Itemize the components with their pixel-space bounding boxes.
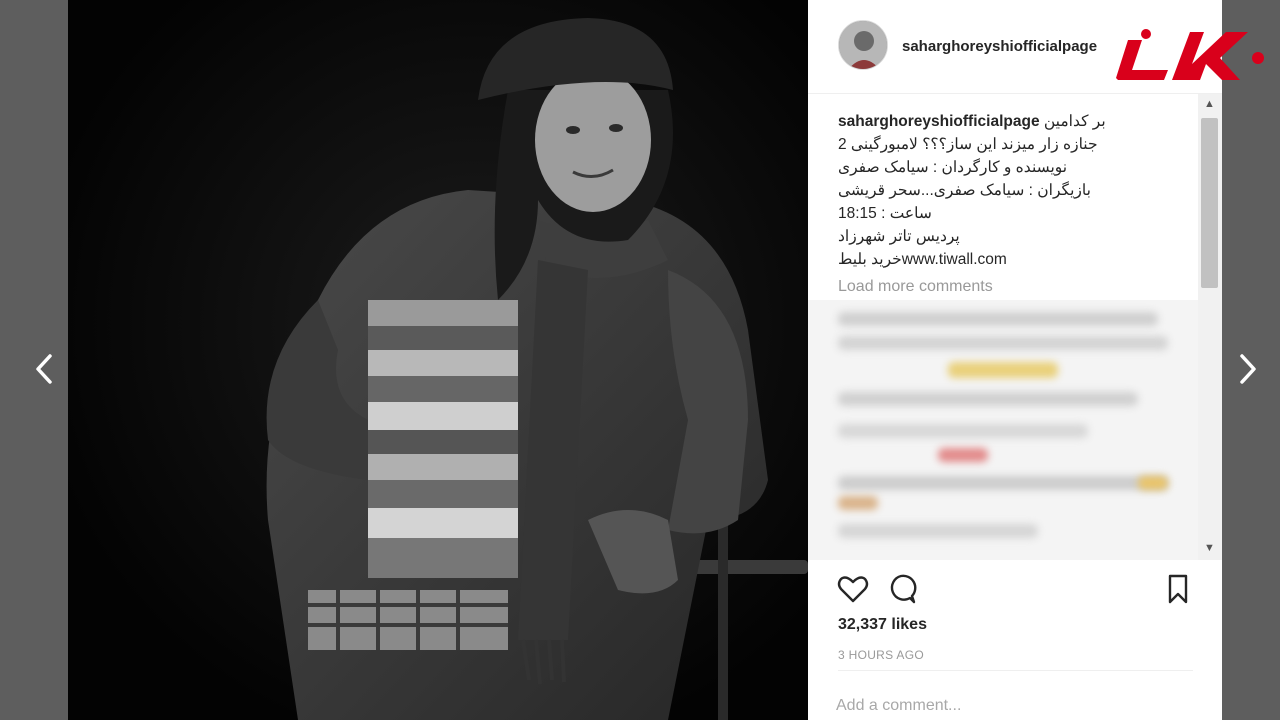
- post-modal-overlay: saharghoreyshiofficialpage saharghoreysh…: [0, 0, 1280, 720]
- load-more-comments-link[interactable]: Load more comments: [838, 278, 993, 296]
- divider: [838, 670, 1193, 671]
- add-comment-input[interactable]: [836, 692, 1136, 720]
- chevron-left-icon: [36, 354, 52, 384]
- post-username-link[interactable]: saharghoreyshiofficialpage: [902, 38, 1097, 55]
- previous-post-button[interactable]: [24, 345, 64, 393]
- comments-section: saharghoreyshiofficialpage بر کدامین جنا…: [808, 94, 1222, 560]
- caption-username-link[interactable]: saharghoreyshiofficialpage: [838, 113, 1040, 130]
- post-caption: saharghoreyshiofficialpage بر کدامین جنا…: [838, 110, 1138, 271]
- caption-line: بر کدامین: [1043, 113, 1106, 130]
- likes-count[interactable]: 32,337 likes: [838, 616, 927, 634]
- caption-line: ساعت : 18:15: [838, 205, 932, 222]
- bookmark-icon[interactable]: [1161, 572, 1195, 606]
- scroll-up-icon[interactable]: ▲: [1204, 98, 1215, 110]
- heart-icon[interactable]: [836, 572, 870, 606]
- scroll-down-icon[interactable]: ▼: [1204, 542, 1215, 554]
- caption-line: جنازه زار میزند این ساز؟؟؟ لامبورگینی 2: [838, 136, 1098, 153]
- post-details-panel: saharghoreyshiofficialpage saharghoreysh…: [808, 0, 1222, 720]
- avatar[interactable]: [838, 20, 888, 70]
- chevron-right-icon: [1240, 354, 1256, 384]
- site-logo: [1116, 29, 1264, 80]
- comments-scrollbar[interactable]: ▲ ▼: [1198, 94, 1222, 560]
- post-timestamp: 3 HOURS AGO: [838, 648, 924, 662]
- comment-bubble-icon[interactable]: [884, 572, 918, 606]
- scrollbar-thumb[interactable]: [1201, 118, 1218, 288]
- actress-portrait-image: [68, 0, 808, 720]
- caption-line: پردیس تاتر شهرزاد: [838, 228, 960, 245]
- post-photo[interactable]: [68, 0, 808, 720]
- blurred-comments: [808, 300, 1198, 560]
- caption-line[interactable]: خرید بلیطwww.tiwall.com: [838, 248, 1138, 271]
- caption-line: بازیگران : سیامک صفری...سحر قریشی: [838, 182, 1091, 199]
- avatar-image: [839, 21, 887, 69]
- next-post-button[interactable]: [1228, 345, 1268, 393]
- post-actions: [808, 566, 1222, 616]
- caption-line: نویسنده و کارگردان : سیامک صفری: [838, 159, 1068, 176]
